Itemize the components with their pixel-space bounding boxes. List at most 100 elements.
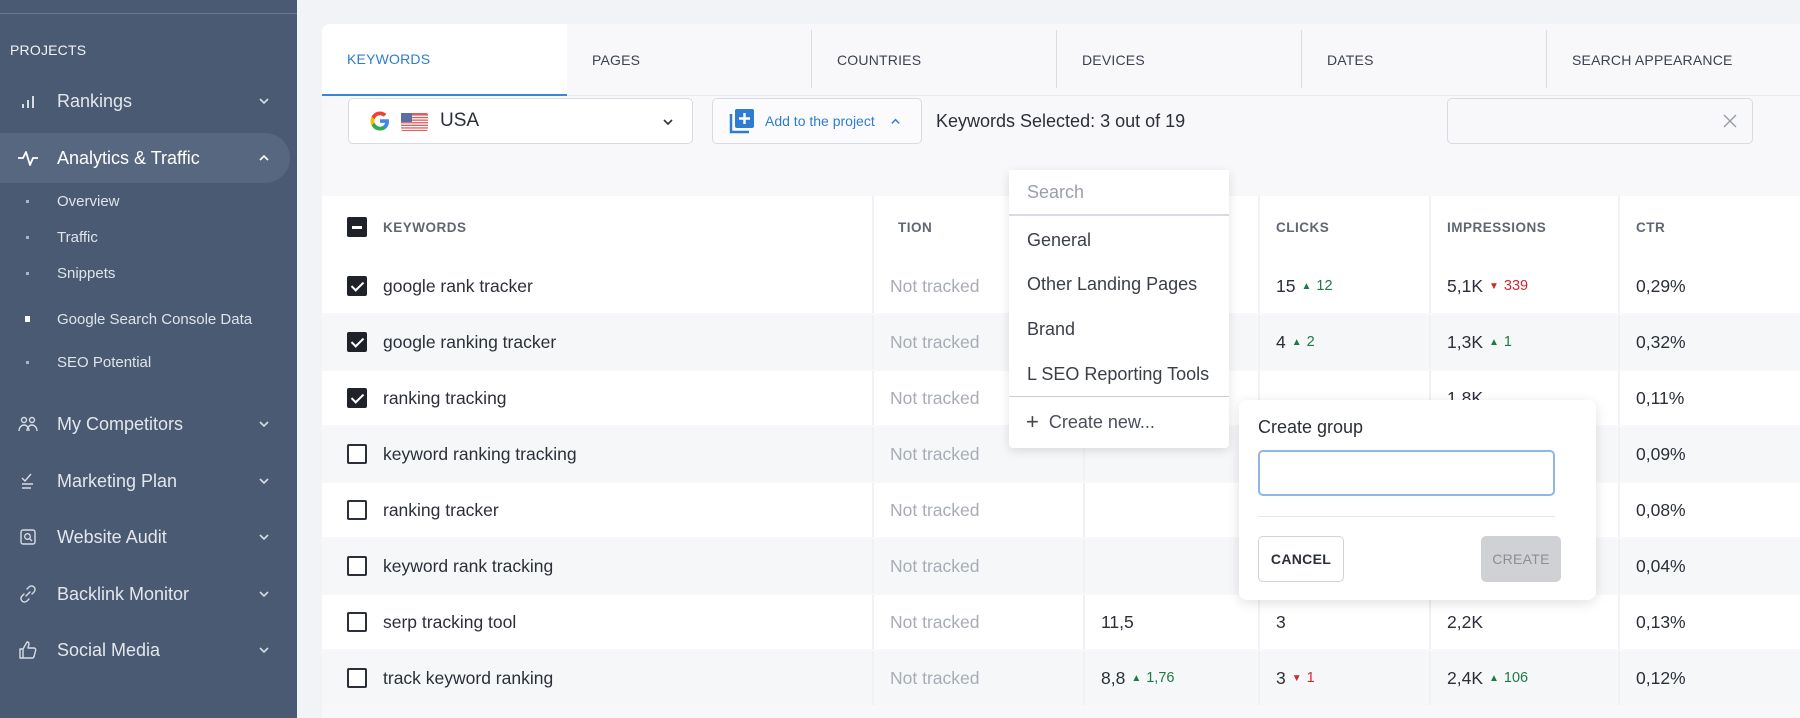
sidebar-section-title: PROJECTS xyxy=(10,42,87,58)
usa-flag-icon xyxy=(401,113,428,131)
sidebar-item-label: Marketing Plan xyxy=(57,470,178,491)
sidebar-subitem-snippets[interactable]: Snippets xyxy=(0,263,290,283)
column-header-clicks[interactable]: CLICKS xyxy=(1260,196,1431,259)
thumbs-up-icon xyxy=(17,639,39,661)
chevron-up-icon xyxy=(259,154,269,161)
tab-pages[interactable]: PAGES xyxy=(567,24,812,96)
cell-ctr: 0,32% xyxy=(1620,315,1800,369)
header-label: IMPRESSIONS xyxy=(1447,220,1547,235)
row-checkbox[interactable] xyxy=(347,556,367,576)
chevron-down-icon xyxy=(259,421,269,428)
cell-clicks: 15 ▲ 12 xyxy=(1260,259,1431,313)
delta-badge: ▲ 106 xyxy=(1489,670,1528,686)
sidebar-item-rankings[interactable]: Rankings xyxy=(0,76,290,126)
cell-value: 5,1K xyxy=(1447,275,1483,296)
sidebar-item-marketing-plan[interactable]: Marketing Plan xyxy=(0,456,290,506)
cell-value: Not tracked xyxy=(890,499,980,520)
table-row[interactable]: track keyword ranking Not tracked 8,8 ▲ 1,76… xyxy=(322,651,1800,705)
tab-devices[interactable]: DEVICES xyxy=(1057,24,1302,96)
row-checkbox[interactable] xyxy=(347,612,367,632)
cell-keyword: ranking tracking xyxy=(322,371,874,425)
pulse-icon xyxy=(17,147,39,169)
country-select[interactable]: USA xyxy=(348,98,693,144)
dropdown-item-general[interactable]: General xyxy=(1009,218,1229,262)
row-checkbox[interactable] xyxy=(347,668,367,688)
keyword-text: ranking tracker xyxy=(383,499,499,520)
cell-keyword: keyword rank tracking xyxy=(322,539,874,593)
delta-badge: ▼1 xyxy=(1292,670,1315,686)
sidebar-item-label: Backlink Monitor xyxy=(57,583,190,604)
dropdown-search-input[interactable] xyxy=(1009,170,1229,216)
tab-keywords[interactable]: KEYWORDS xyxy=(322,24,567,96)
add-to-project-button[interactable]: Add to the project xyxy=(712,98,922,144)
row-checkbox[interactable] xyxy=(347,276,367,296)
dropdown-item-brand[interactable]: Brand xyxy=(1009,307,1229,351)
keyword-text: google ranking tracker xyxy=(383,331,557,352)
dropdown-divider xyxy=(1009,396,1229,397)
bullet-icon xyxy=(26,235,29,239)
column-header-keywords[interactable]: KEYWORDS xyxy=(322,196,874,259)
sidebar-item-analytics-traffic[interactable]: Analytics & Traffic xyxy=(0,133,290,183)
sidebar-subitem-gsc-data[interactable]: Google Search Console Data xyxy=(0,300,290,338)
sidebar-subitem-seo-potential[interactable]: SEO Potential xyxy=(0,352,290,372)
subitem-label: Google Search Console Data xyxy=(57,310,253,328)
row-checkbox[interactable] xyxy=(347,332,367,352)
plus-icon: + xyxy=(1026,409,1039,434)
keyword-text: track keyword ranking xyxy=(383,667,554,688)
sidebar-item-social-media[interactable]: Social Media xyxy=(0,625,290,675)
sidebar-subitem-traffic[interactable]: Traffic xyxy=(0,227,290,247)
cell-value: 0,08% xyxy=(1636,499,1686,520)
bullet-icon xyxy=(25,316,30,322)
tab-label: KEYWORDS xyxy=(347,51,431,67)
audit-search-icon xyxy=(17,526,39,548)
table-row[interactable]: serp tracking tool Not tracked 11,5 3 2,2K 0,… xyxy=(322,595,1800,649)
create-button[interactable]: CREATE xyxy=(1481,536,1561,582)
delta-value: 1 xyxy=(1306,670,1315,686)
cell-value: 0,09% xyxy=(1636,443,1686,464)
cell-clicks: 4 ▲ 2 xyxy=(1260,315,1431,369)
keyword-search-input[interactable] xyxy=(1458,107,1698,135)
sidebar-item-website-audit[interactable]: Website Audit xyxy=(0,512,290,562)
tab-countries[interactable]: COUNTRIES xyxy=(812,24,1057,96)
row-checkbox[interactable] xyxy=(347,444,367,464)
cell-impressions: 2,4K ▲ 106 xyxy=(1431,651,1620,705)
chevron-down-icon xyxy=(259,591,269,598)
column-header-impressions[interactable]: IMPRESSIONS xyxy=(1431,196,1620,259)
create-group-title: Create group xyxy=(1258,417,1364,437)
popover-divider xyxy=(1258,516,1555,517)
create-new-group-button[interactable]: + Create new... xyxy=(1009,400,1229,444)
cell-value: Not tracked xyxy=(890,667,980,688)
sidebar: PROJECTS Rankings Analytics & Traffic Ov… xyxy=(0,0,297,718)
tab-search-appearance[interactable]: SEARCH APPEARANCE xyxy=(1547,24,1792,96)
cell-value: 0,32% xyxy=(1636,331,1686,352)
cancel-button[interactable]: CANCEL xyxy=(1258,536,1344,582)
create-new-label: Create new... xyxy=(1048,411,1155,432)
header-label: TION xyxy=(898,220,933,235)
clear-icon[interactable] xyxy=(1722,113,1738,129)
delta-value: 2 xyxy=(1306,334,1315,350)
sidebar-subitem-overview[interactable]: Overview xyxy=(0,191,290,211)
row-checkbox[interactable] xyxy=(347,500,367,520)
chevron-down-icon xyxy=(663,119,673,126)
tab-dates[interactable]: DATES xyxy=(1302,24,1547,96)
sidebar-item-backlink-monitor[interactable]: Backlink Monitor xyxy=(0,569,290,619)
delta-value: 12 xyxy=(1316,278,1333,294)
group-name-input[interactable] xyxy=(1258,450,1555,496)
delta-badge: ▼ 339 xyxy=(1489,278,1528,294)
header-label: CLICKS xyxy=(1276,220,1330,235)
column-header-ctr[interactable]: CTR xyxy=(1620,196,1800,259)
trend-down-icon: ▼ xyxy=(1489,280,1499,292)
select-all-checkbox[interactable] xyxy=(347,217,367,237)
cell-value: 15 xyxy=(1276,275,1296,296)
dropdown-item-other-landing-pages[interactable]: Other Landing Pages xyxy=(1009,262,1229,306)
cell-value: 0,12% xyxy=(1636,667,1686,688)
subitem-label: SEO Potential xyxy=(57,353,152,371)
sidebar-item-my-competitors[interactable]: My Competitors xyxy=(0,399,290,449)
row-checkbox[interactable] xyxy=(347,388,367,408)
keyword-text: ranking tracking xyxy=(383,387,507,408)
trend-up-icon: ▲ xyxy=(1301,280,1312,292)
cell-value: 8,8 xyxy=(1101,667,1126,688)
tab-label: PAGES xyxy=(592,52,641,68)
dropdown-item-seo-reporting-tools[interactable]: L SEO Reporting Tools xyxy=(1009,352,1229,396)
cell-position: Not tracked xyxy=(874,539,1085,593)
